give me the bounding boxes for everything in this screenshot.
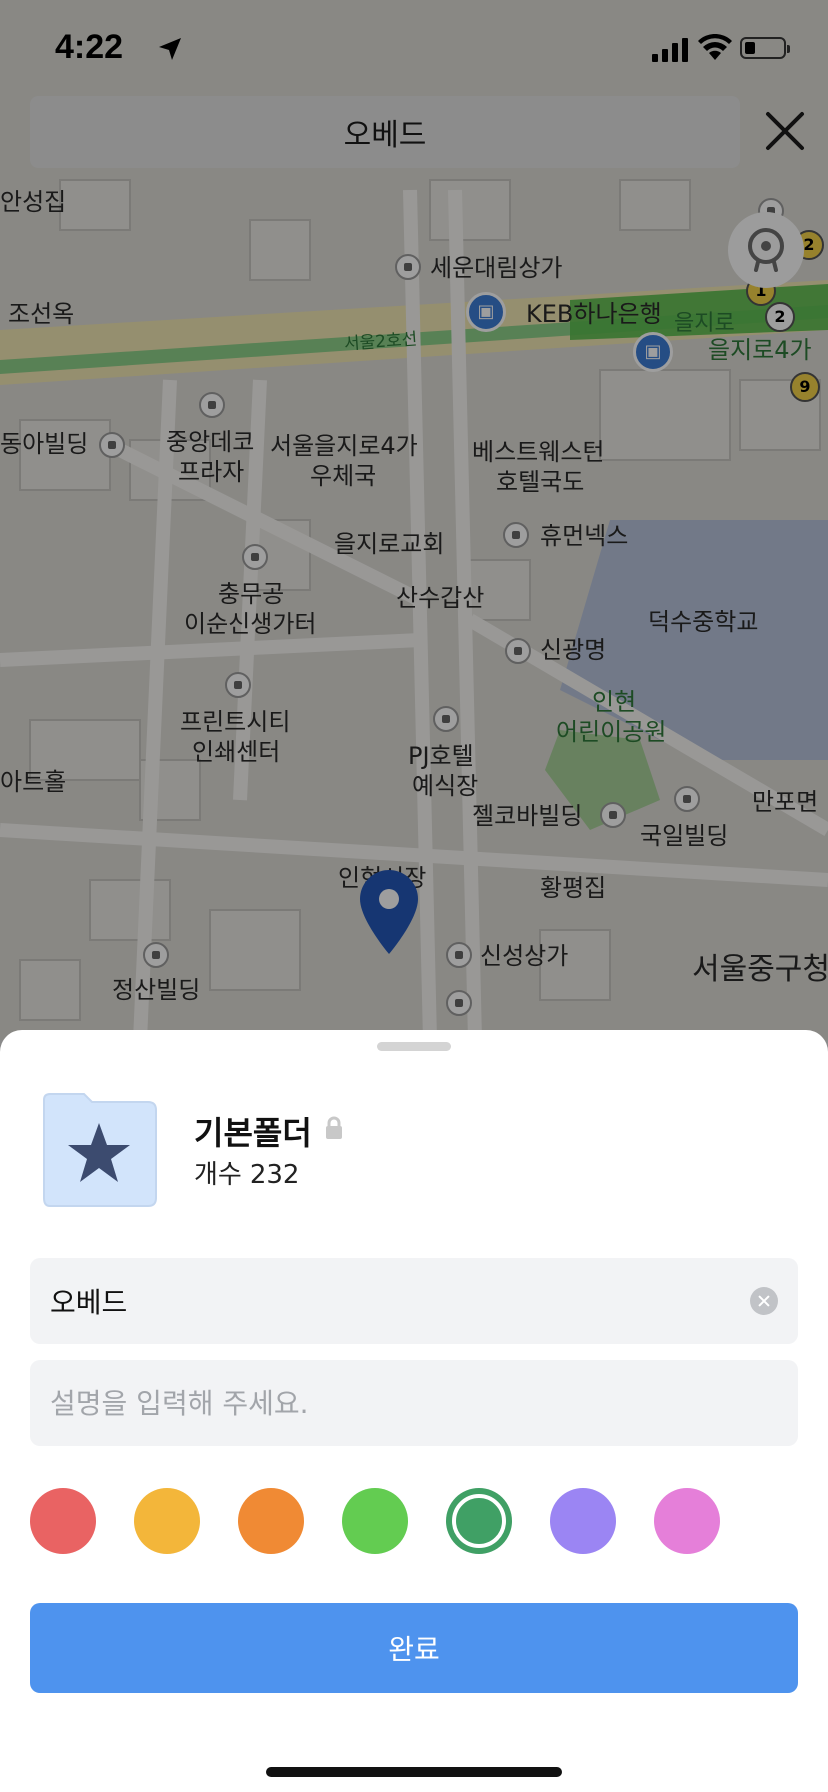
location-target-icon xyxy=(748,228,784,272)
sheet-drag-handle[interactable] xyxy=(377,1042,451,1051)
status-time: 4:22 xyxy=(55,28,124,66)
color-swatch-orange[interactable] xyxy=(238,1488,304,1554)
bottom-sheet: 기본폴더 개수232 완료 xyxy=(0,1030,828,1792)
description-input[interactable] xyxy=(50,1360,730,1446)
color-picker xyxy=(30,1488,798,1556)
folder-count: 개수 232 xyxy=(194,1154,299,1191)
search-query-text: 오베드 xyxy=(343,118,427,153)
folder-count-value: 232 xyxy=(249,1160,300,1190)
current-location-button[interactable] xyxy=(728,212,804,288)
color-swatch-purple[interactable] xyxy=(550,1488,616,1554)
close-icon[interactable] xyxy=(762,108,808,154)
wifi-icon xyxy=(698,34,732,60)
battery-icon xyxy=(740,37,790,59)
clear-icon[interactable] xyxy=(750,1287,778,1315)
color-swatch-light-green[interactable] xyxy=(342,1488,408,1554)
location-arrow-icon xyxy=(159,38,181,60)
place-name-input[interactable] xyxy=(50,1258,730,1344)
status-bar: 4:22 xyxy=(0,0,828,96)
color-swatch-red[interactable] xyxy=(30,1488,96,1554)
color-swatch-yellow[interactable] xyxy=(134,1488,200,1554)
color-swatch-pink[interactable] xyxy=(654,1488,720,1554)
lock-icon xyxy=(326,1116,342,1139)
done-button-label: 완료 xyxy=(388,1633,440,1666)
color-swatch-green[interactable] xyxy=(446,1488,512,1554)
search-query-box[interactable]: 오베드 xyxy=(30,96,740,168)
place-name-field[interactable] xyxy=(30,1258,798,1344)
description-field[interactable] xyxy=(30,1360,798,1446)
folder-star-icon[interactable] xyxy=(40,1090,158,1208)
home-indicator[interactable] xyxy=(266,1767,562,1777)
cellular-signal-icon xyxy=(652,38,688,62)
done-button[interactable]: 완료 xyxy=(30,1603,798,1693)
folder-name: 기본폴더 xyxy=(194,1114,312,1152)
folder-count-label: 개수 xyxy=(194,1160,242,1190)
